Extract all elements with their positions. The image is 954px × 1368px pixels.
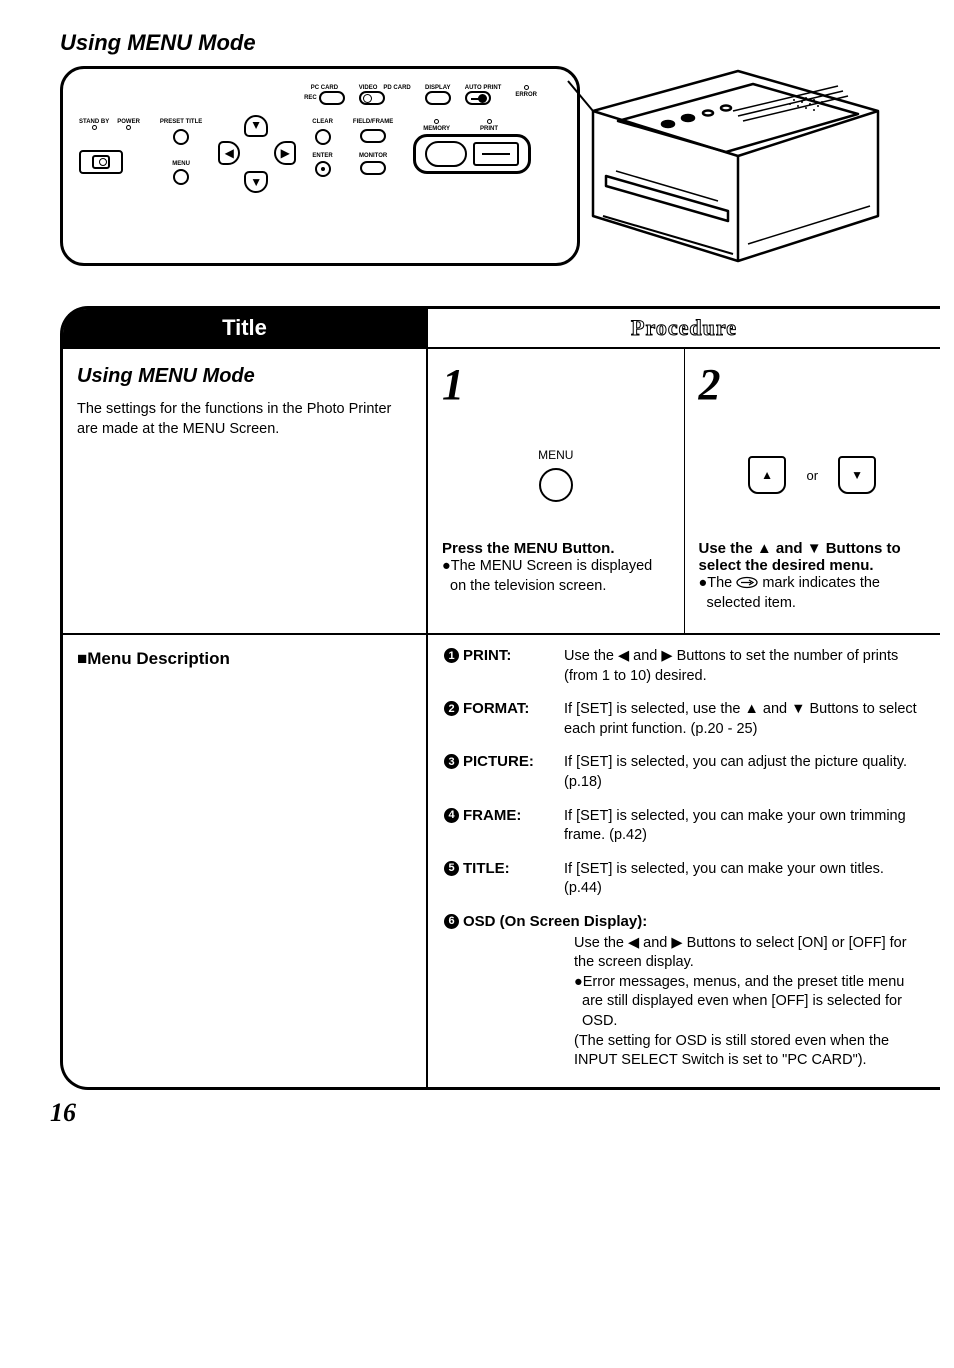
enter-button: [315, 161, 331, 177]
menu-description-title: ■Menu Description: [77, 649, 412, 669]
pccard-button: [319, 91, 345, 105]
menu-item-osd: 6OSD (On Screen Display): Use the ◀ and …: [444, 913, 924, 1071]
dpad: ▲ ▼ ◀ ▶: [222, 119, 292, 189]
label-clear: CLEAR: [312, 119, 333, 125]
instruction-table: Title Procedure Using MENU Mode The sett…: [60, 306, 940, 1090]
up-button-icon: ▲: [748, 456, 786, 494]
step1-number: 1: [442, 359, 670, 410]
memory-print-button: [413, 134, 531, 174]
label-standby: STAND BY: [79, 119, 109, 125]
power-switch: [92, 155, 110, 169]
label-fieldframe: FIELD/FRAME: [353, 119, 393, 125]
step2-title: Use the ▲ and ▼ Buttons to select the de…: [699, 540, 927, 574]
label-pdcard: PD CARD: [383, 85, 410, 91]
step-2: 2 ▲ or ▼ Use the ▲ and ▼ Buttons to sele…: [684, 349, 941, 633]
menu-item-title: 5TITLE: If [SET] is selected, you can ma…: [444, 860, 924, 899]
dpad-up: ▲: [244, 115, 268, 137]
menu-description-body: 1PRINT: Use the ◀ and ▶ Buttons to set t…: [428, 635, 940, 1087]
video-switch: [359, 91, 385, 105]
step2-number: 2: [699, 359, 927, 410]
label-monitor: MONITOR: [353, 153, 393, 159]
label-menu: MENU: [160, 161, 202, 167]
device-diagram: PC CARD REC VIDEO PD CARD DISPLAY: [60, 66, 934, 266]
osd-line2: ●Error messages, menus, and the preset t…: [574, 973, 924, 1032]
menu-item-frame: 4FRAME: If [SET] is selected, you can ma…: [444, 807, 924, 846]
label-power: POWER: [117, 119, 140, 125]
autoprint-button: [465, 91, 491, 105]
page-title: Using MENU Mode: [60, 30, 934, 56]
control-panel-illustration: PC CARD REC VIDEO PD CARD DISPLAY: [60, 66, 580, 266]
dpad-down: ▼: [244, 171, 268, 193]
header-title: Title: [63, 309, 428, 349]
or-label: or: [806, 468, 818, 483]
menu-item-picture: 3PICTURE: If [SET] is selected, you can …: [444, 753, 924, 792]
monitor-button: [360, 161, 386, 175]
label-display: DISPLAY: [425, 85, 451, 91]
menu-item-print: 1PRINT: Use the ◀ and ▶ Buttons to set t…: [444, 647, 924, 686]
dpad-right: ▶: [274, 141, 296, 165]
header-procedure: Procedure: [428, 309, 940, 349]
osd-line3: (The setting for OSD is still stored eve…: [574, 1032, 924, 1071]
printer-illustration: [588, 66, 868, 266]
label-memory: MEMORY: [423, 126, 450, 132]
label-error: ERROR: [515, 92, 537, 98]
step1-bullet: ●The MENU Screen is displayed on the tel…: [442, 557, 670, 596]
menu-icon-label: MENU: [538, 448, 573, 462]
fieldframe-button: [360, 129, 386, 143]
down-button-icon: ▼: [838, 456, 876, 494]
display-button: [425, 91, 451, 105]
menu-button-panel: [173, 169, 189, 185]
label-print: PRINT: [480, 126, 498, 132]
step1-title: Press the MENU Button.: [442, 540, 670, 557]
menu-button-icon: [539, 468, 573, 502]
step2-bullet: ●The mark indicates the selected item.: [699, 574, 927, 613]
label-preset: PRESET TITLE: [160, 119, 202, 125]
label-rec: REC: [304, 95, 317, 101]
step-1: 1 MENU Press the MENU Button. ●The MENU …: [428, 349, 684, 633]
label-enter: ENTER: [312, 153, 333, 159]
clear-button: [315, 129, 331, 145]
osd-line1: Use the ◀ and ▶ Buttons to select [ON] o…: [574, 934, 924, 973]
section-intro: The settings for the functions in the Ph…: [77, 400, 412, 439]
menu-item-format: 2FORMAT: If [SET] is selected, use the ▲…: [444, 700, 924, 739]
page-number: 16: [50, 1098, 934, 1128]
preset-button: [173, 129, 189, 145]
section-subtitle: Using MENU Mode: [77, 365, 412, 388]
pointer-hand-icon: [736, 577, 758, 588]
dpad-left: ◀: [218, 141, 240, 165]
